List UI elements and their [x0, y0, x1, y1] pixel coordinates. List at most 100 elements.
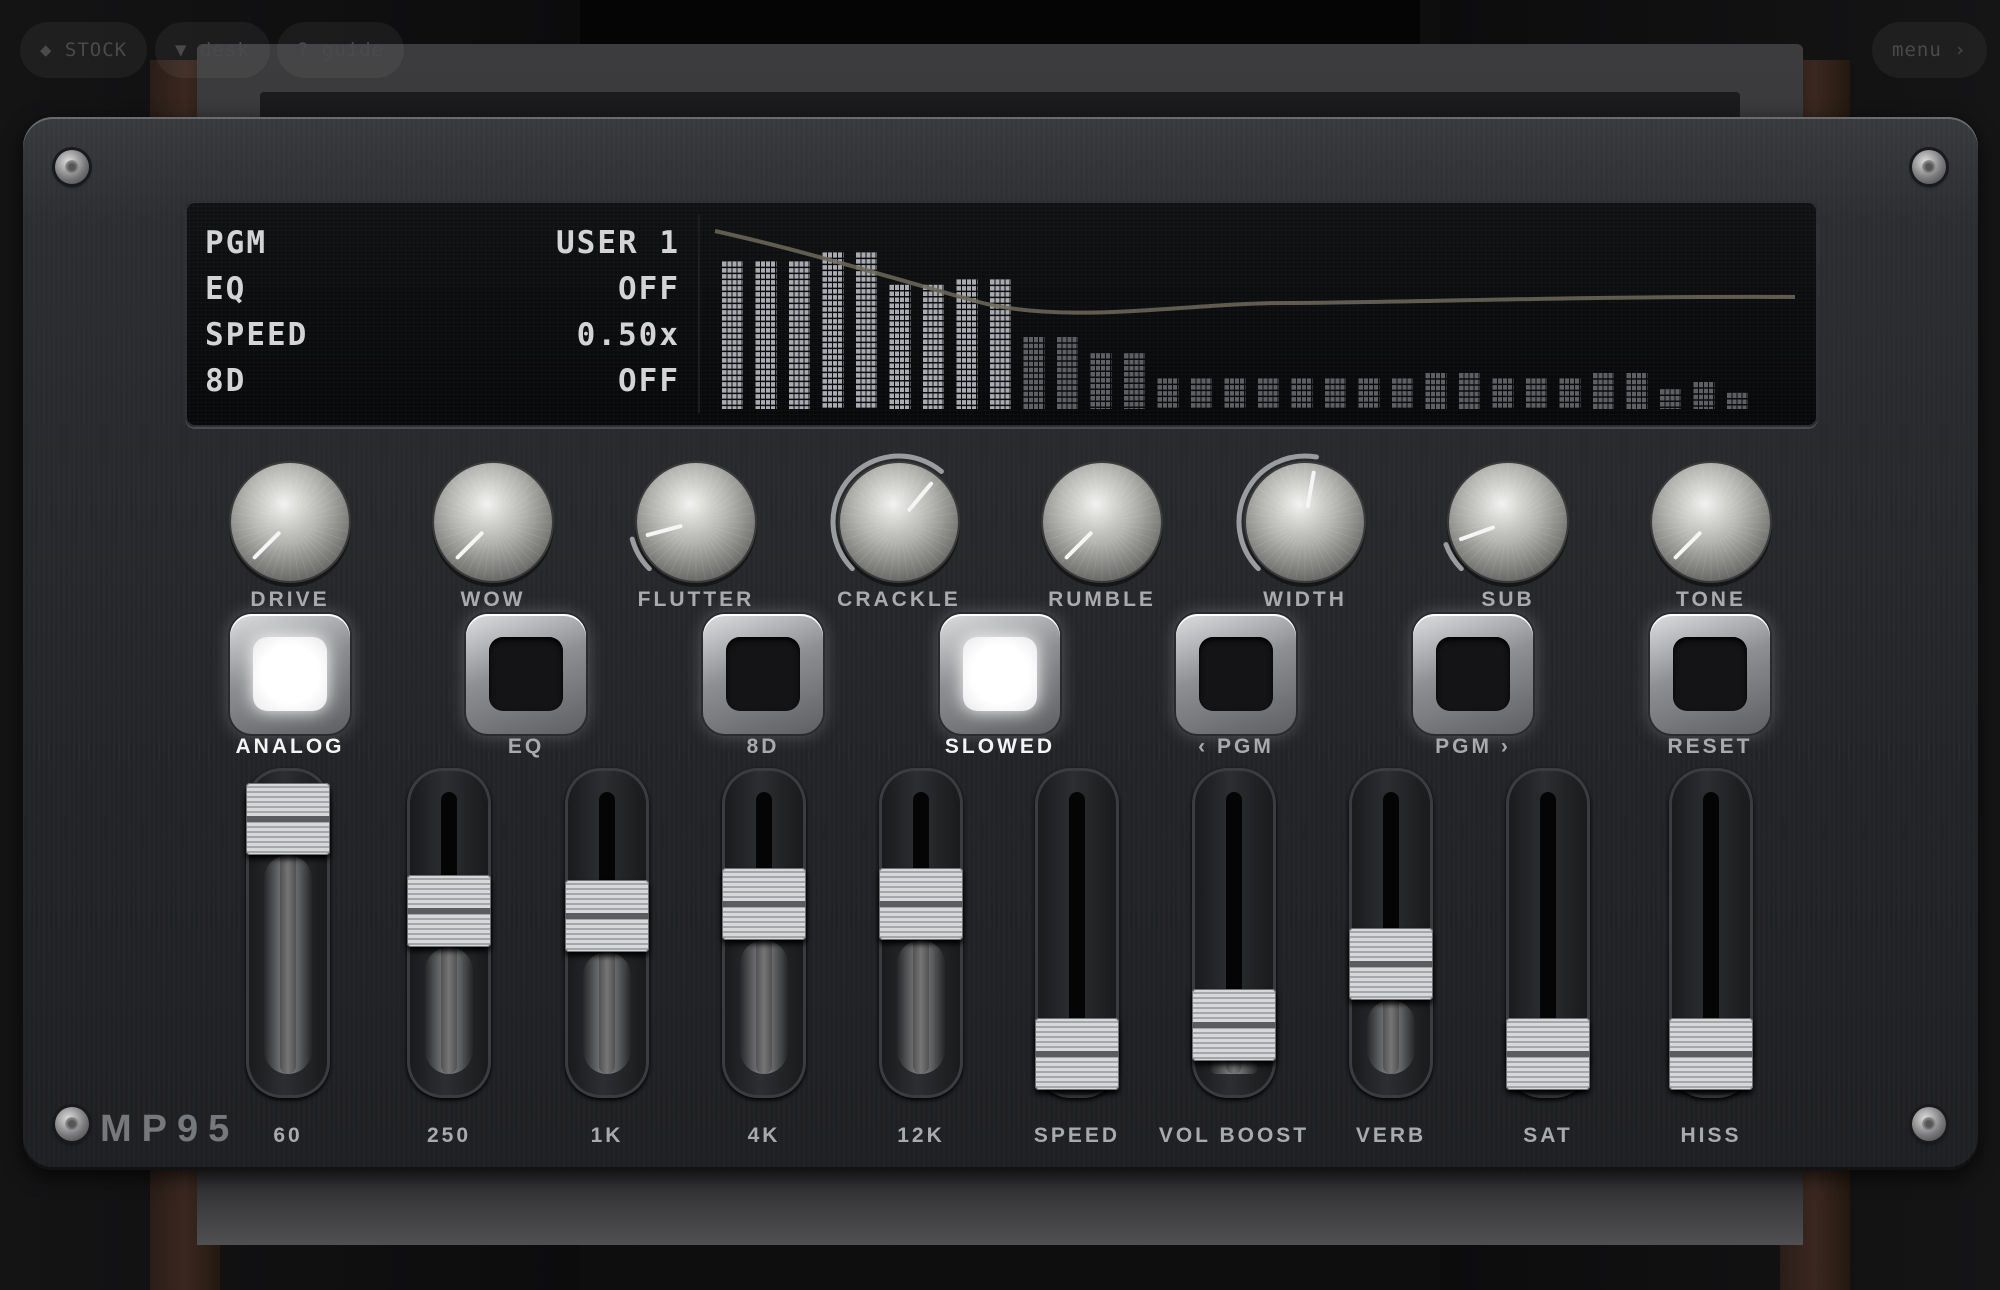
knob-drive[interactable] — [220, 452, 360, 592]
spectrum-bar — [1191, 378, 1212, 410]
knob-label: WOW — [460, 588, 526, 611]
knob-sub[interactable] — [1438, 452, 1578, 592]
spectrum-bar — [789, 261, 810, 409]
fader-fill — [897, 939, 945, 1074]
spectrum-bar — [889, 284, 911, 409]
fader-hiss[interactable] — [1669, 768, 1753, 1098]
spectrum-bar — [1392, 378, 1413, 410]
background-top-gap — [580, 0, 1420, 45]
spectrum-bar — [1258, 378, 1279, 410]
spectrum-bar — [1157, 378, 1179, 410]
knob-label: DRIVE — [250, 588, 330, 611]
fader-4k[interactable] — [722, 768, 806, 1098]
spectrum-bar — [1224, 378, 1246, 410]
reset-button[interactable] — [1650, 614, 1770, 734]
spectrum-bar — [1459, 373, 1480, 409]
fader-handle[interactable] — [565, 880, 649, 953]
button-label: EQ — [507, 735, 545, 758]
desk-dropdown[interactable]: ▼ desk — [155, 22, 270, 78]
spectrum-bar — [1559, 378, 1581, 410]
fader-60[interactable] — [246, 768, 330, 1098]
fader-fill — [583, 952, 631, 1074]
knob-label: WIDTH — [1263, 588, 1347, 611]
screw-top-right — [1912, 150, 1946, 184]
button-label: RESET — [1667, 735, 1753, 758]
button-led — [1199, 637, 1273, 711]
stock-button[interactable]: ◆ STOCK — [20, 22, 148, 78]
spectrum-bar — [1425, 373, 1447, 409]
knob-tone[interactable] — [1641, 452, 1781, 592]
analog-button[interactable] — [230, 614, 350, 734]
spectrum-bar — [1090, 353, 1112, 409]
slowed-button[interactable] — [940, 614, 1060, 734]
spectrum-bar — [923, 284, 944, 409]
brand-logo: MP95 — [100, 1108, 240, 1150]
knob-wow[interactable] — [423, 452, 563, 592]
button-label: PGM › — [1435, 735, 1511, 758]
spectrum-bar — [1325, 378, 1346, 410]
fader-handle[interactable] — [1192, 988, 1276, 1061]
knob-flutter[interactable] — [626, 452, 766, 592]
fader-fill — [1367, 1000, 1415, 1074]
button-label: ‹ PGM — [1198, 735, 1274, 758]
fader-vol-boost[interactable] — [1192, 768, 1276, 1098]
spectrum-bar — [1023, 337, 1045, 409]
fader-250[interactable] — [407, 768, 491, 1098]
button-label: 8D — [746, 735, 780, 758]
screw-top-left — [55, 150, 89, 184]
spectrum-bar — [1358, 378, 1380, 410]
fader-handle[interactable] — [1349, 928, 1433, 1001]
spectrum-bar — [1057, 337, 1078, 409]
fader-verb[interactable] — [1349, 768, 1433, 1098]
fader-handle[interactable] — [1669, 1018, 1753, 1090]
knob-label: SUB — [1481, 588, 1535, 611]
button-led — [1673, 637, 1747, 711]
fader-handle[interactable] — [722, 867, 806, 940]
knob-label: RUMBLE — [1048, 588, 1156, 611]
spectrum-bar — [1626, 373, 1648, 409]
rack-bottom — [197, 1170, 1803, 1245]
spectrum-bar — [1660, 389, 1681, 409]
fader-handle[interactable] — [879, 867, 963, 940]
fader-label: HISS — [1680, 1124, 1742, 1147]
button-label: ANALOG — [235, 735, 345, 758]
spectrum-bar — [1291, 378, 1313, 410]
fader-handle[interactable] — [1506, 1018, 1590, 1090]
guide-button[interactable]: ? guide — [277, 22, 405, 78]
pgm-button[interactable] — [1176, 614, 1296, 734]
knob-crackle[interactable] — [829, 452, 969, 592]
knob-label: CRACKLE — [837, 588, 961, 611]
eq-button[interactable] — [466, 614, 586, 734]
fader-sat[interactable] — [1506, 768, 1590, 1098]
spectrum-bar — [755, 261, 777, 409]
fader-handle[interactable] — [1035, 1018, 1119, 1090]
fader-handle[interactable] — [407, 875, 491, 948]
screw-bottom-left — [55, 1107, 89, 1141]
fader-speed[interactable] — [1035, 768, 1119, 1098]
menu-button[interactable]: menu › — [1872, 22, 1987, 78]
button-led — [489, 637, 563, 711]
spectrum-bar — [856, 252, 877, 410]
pgm-button[interactable] — [1413, 614, 1533, 734]
spectrum-bar — [822, 252, 844, 410]
knob-rumble[interactable] — [1032, 452, 1172, 592]
fader-12k[interactable] — [879, 768, 963, 1098]
button-led — [253, 637, 327, 711]
spectrum-bar — [1727, 392, 1748, 409]
button-label: SLOWED — [944, 735, 1056, 758]
button-led — [726, 637, 800, 711]
spectrum-bar — [1593, 373, 1614, 409]
spectrum-bar — [1693, 382, 1715, 409]
button-led — [1436, 637, 1510, 711]
lcd-display: PGM USER 1 EQ OFF SPEED 0.50x 8D OFF — [185, 201, 1818, 427]
knob-width[interactable] — [1235, 452, 1375, 592]
spectrum-bar — [1124, 353, 1145, 409]
button-led — [963, 637, 1037, 711]
fader-handle[interactable] — [246, 783, 330, 856]
spectrum-bar — [1526, 378, 1547, 410]
fader-fill — [1210, 1060, 1258, 1074]
spectrum-bar — [1492, 378, 1514, 410]
spectrum-analyzer — [714, 229, 1796, 410]
8d-button[interactable] — [703, 614, 823, 734]
fader-1k[interactable] — [565, 768, 649, 1098]
